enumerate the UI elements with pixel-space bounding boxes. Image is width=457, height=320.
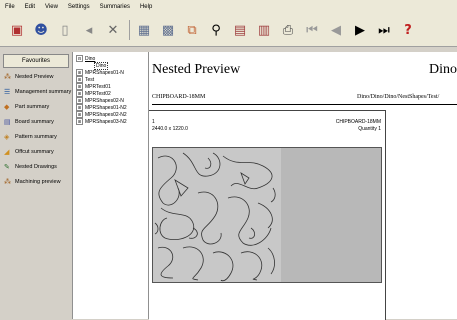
tree-node-root[interactable]: ⊟ Dino — [73, 55, 148, 62]
first-page-icon[interactable]: ⏮ — [301, 19, 323, 41]
last-page-icon[interactable]: ⏭ — [373, 19, 395, 41]
tree-node[interactable]: ⊞ MPRShapes03-N2 — [73, 118, 148, 125]
sheet-material: CHIPBOARD-18MM — [335, 119, 381, 125]
nested-parts-outline — [154, 152, 276, 282]
copy-icon[interactable]: ⧉ — [181, 19, 203, 41]
fav-item-management-summary[interactable]: ☰ Management summary — [0, 86, 72, 98]
grid-icon[interactable]: ▦ — [133, 19, 155, 41]
tree-expand-toggle[interactable]: ⊞ — [76, 90, 83, 97]
next-page-icon[interactable]: ▶ — [349, 19, 371, 41]
tree-node-label: Dino — [94, 61, 109, 70]
nested-preview-icon: ⁂ — [4, 73, 11, 81]
menu-bar: File Edit View Settings Summaries Help — [0, 0, 457, 14]
board-drawing — [152, 147, 382, 283]
fav-item-label: Management summary — [15, 89, 72, 95]
sheet-index: 1 — [152, 119, 155, 125]
fav-item-board-summary[interactable]: ▤ Board summary — [0, 116, 72, 128]
export-icon[interactable]: ▥ — [253, 19, 275, 41]
image-icon[interactable]: ▩ — [157, 19, 179, 41]
tree-expand-toggle[interactable]: ⊞ — [76, 104, 83, 111]
fav-item-label: Board summary — [15, 119, 54, 125]
fav-item-nested-preview[interactable]: ⁂ Nested Preview — [0, 71, 72, 83]
fav-item-machining-preview[interactable]: ⁂ Machining preview — [0, 176, 72, 188]
fav-item-pattern-summary[interactable]: ◈ Pattern summary — [0, 131, 72, 143]
previous-page-icon[interactable]: ◀ — [325, 19, 347, 41]
tree-node-label: MPRShapes01-N — [85, 69, 124, 76]
fav-item-label: Offcut summary — [15, 149, 54, 155]
blank-page-icon[interactable]: ▯ — [54, 19, 76, 41]
tree-expand-toggle[interactable]: ⊞ — [76, 97, 83, 104]
tree-expand-toggle[interactable]: ⊞ — [76, 83, 83, 90]
nested-parts-area — [153, 148, 281, 282]
offcut-summary-icon: ◢ — [4, 148, 10, 156]
tree-expand-toggle[interactable]: ⊞ — [76, 69, 83, 76]
tree-node-label: MPRShapes02-N2 — [85, 111, 127, 118]
tree-node-label: MPRTest01 — [85, 83, 111, 90]
zoom-icon[interactable]: ⚲ — [205, 19, 227, 41]
tree-node[interactable]: ⊞ MPRTest01 — [73, 83, 148, 90]
help-icon[interactable]: ? — [397, 19, 419, 41]
fav-item-label: Nested Drawings — [15, 164, 57, 170]
tree-node-label: MPRShapes02-N — [85, 97, 124, 104]
material-label: CHIPBOARD-18MM — [152, 94, 206, 100]
report-icon[interactable]: ▣ — [6, 19, 28, 41]
fav-item-label: Pattern summary — [15, 134, 57, 140]
nested-drawings-icon: ✎ — [4, 163, 10, 171]
page-title: Nested Preview — [152, 62, 241, 77]
tree-collapse-toggle[interactable]: ⊟ — [76, 55, 83, 62]
fav-item-part-summary[interactable]: ◆ Part summary — [0, 101, 72, 113]
tree-expand-toggle[interactable]: ⊞ — [76, 76, 83, 83]
tree-node[interactable]: ⊞ Test — [73, 76, 148, 83]
tree-node-label: MPRTest02 — [85, 90, 111, 97]
tree-node[interactable]: ⊞ MPRShapes01-N2 — [73, 104, 148, 111]
favourites-header: Favourites — [3, 54, 69, 68]
menu-help[interactable]: Help — [135, 4, 157, 10]
tree-node[interactable]: ⊞ MPRShapes02-N — [73, 97, 148, 104]
fav-item-label: Nested Preview — [15, 74, 54, 80]
toolbar-separator — [129, 20, 130, 40]
tree-node[interactable]: ⊞ MPRShapes01-N — [73, 69, 148, 76]
fav-item-label: Part summary — [15, 104, 50, 110]
part-summary-icon: ◆ — [4, 103, 10, 111]
print-icon[interactable]: ⎙ — [277, 19, 299, 41]
job-path: Dino/Dino/Dino/NestShapes/Test/ — [357, 94, 440, 100]
menu-edit[interactable]: Edit — [20, 4, 40, 10]
toolbar: ▣ ☻ ▯ ◂ ✕ ▦ ▩ ⧉ ⚲ ▤ ▥ ⎙ ⏮ ◀ ▶ ⏭ ? — [0, 14, 457, 47]
favourites-panel: Favourites ⁂ Nested Preview ☰ Management s… — [0, 52, 73, 319]
menu-file[interactable]: File — [0, 4, 20, 10]
settings-icon[interactable]: ▤ — [229, 19, 251, 41]
fav-item-nested-drawings[interactable]: ✎ Nested Drawings — [0, 161, 72, 173]
close-icon[interactable]: ✕ — [102, 19, 124, 41]
menu-view[interactable]: View — [40, 4, 63, 10]
fav-item-label: Machining preview — [15, 179, 61, 185]
tree-node[interactable]: ⊞ MPRTest02 — [73, 90, 148, 97]
sheet-quantity: Quantity 1 — [358, 126, 381, 132]
nested-preview-pane: Nested Preview Dino CHIPBOARD-18MM Dino/… — [149, 52, 457, 320]
tree-node[interactable]: ⊞ MPRShapes02-N2 — [73, 111, 148, 118]
tree-expand-toggle[interactable]: ⊞ — [76, 111, 83, 118]
management-summary-icon: ☰ — [4, 88, 11, 96]
sheet-card: 1 2440.0 x 1220.0 CHIPBOARD-18MM Quantit… — [149, 110, 386, 320]
job-tree-panel: ⊟ Dino Dino ⊞ MPRShapes01-N ⊞ Test ⊞ MPRTest… — [73, 52, 149, 319]
board-summary-icon: ▤ — [4, 118, 11, 126]
fav-item-offcut-summary[interactable]: ◢ Offcut summary — [0, 146, 72, 158]
tree-node-label: MPRShapes03-N2 — [85, 118, 127, 125]
tree-node-selected[interactable]: Dino — [73, 61, 148, 70]
undo-icon[interactable]: ◂ — [78, 19, 100, 41]
machining-preview-icon: ⁂ — [4, 178, 11, 186]
menu-summaries[interactable]: Summaries — [95, 4, 135, 10]
tree-expand-toggle[interactable]: ⊞ — [76, 118, 83, 125]
menu-settings[interactable]: Settings — [63, 4, 95, 10]
user-icon[interactable]: ☻ — [30, 19, 52, 41]
divider — [152, 104, 457, 105]
job-name: Dino — [429, 62, 457, 77]
tree-node-label: MPRShapes01-N2 — [85, 104, 127, 111]
tree-node-label: Test — [85, 76, 95, 83]
pattern-summary-icon: ◈ — [4, 133, 10, 141]
sheet-dimensions: 2440.0 x 1220.0 — [152, 126, 188, 132]
